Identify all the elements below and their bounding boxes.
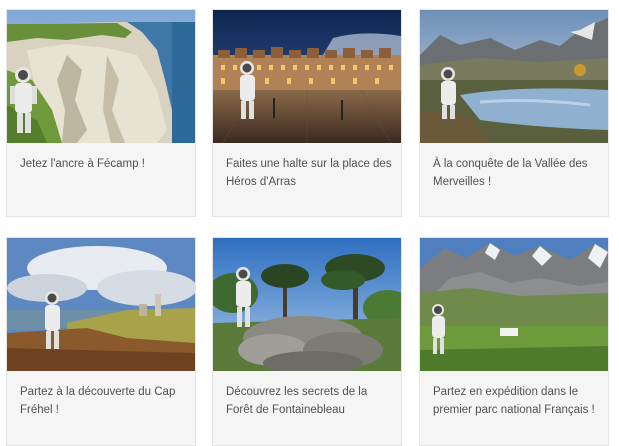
card-caption[interactable]: Jetez l'ancre à Fécamp ! — [20, 155, 187, 173]
destination-card-parc-national[interactable]: Partez en expédition dans le premier par… — [419, 237, 609, 446]
vallee-merveilles-photo[interactable] — [420, 10, 608, 143]
destination-card-vallee-des-merveilles[interactable]: À la conquête de la Vallée des Merveille… — [419, 9, 609, 217]
card-caption[interactable]: Partez en expédition dans le premier par… — [433, 383, 600, 419]
card-caption[interactable]: Faites une halte sur la place des Héros … — [226, 155, 393, 191]
destination-card-arras[interactable]: Faites une halte sur la place des Héros … — [212, 9, 402, 217]
arras-square-photo[interactable] — [213, 10, 401, 143]
cap-frehel-photo[interactable] — [7, 238, 195, 371]
fontainebleau-forest-photo[interactable] — [213, 238, 401, 371]
card-caption[interactable]: Partez à la découverte du Cap Fréhel ! — [20, 383, 187, 419]
destination-card-fecamp[interactable]: Jetez l'ancre à Fécamp ! — [6, 9, 196, 217]
parc-national-photo[interactable] — [420, 238, 608, 371]
fecamp-cliffs-photo[interactable] — [7, 10, 195, 143]
card-caption[interactable]: À la conquête de la Vallée des Merveille… — [433, 155, 600, 191]
destination-card-fontainebleau[interactable]: Découvrez les secrets de la Forêt de Fon… — [212, 237, 402, 446]
destination-grid: Jetez l'ancre à Fécamp ! Faites une halt… — [0, 0, 619, 446]
card-caption[interactable]: Découvrez les secrets de la Forêt de Fon… — [226, 383, 393, 419]
destination-card-cap-frehel[interactable]: Partez à la découverte du Cap Fréhel ! — [6, 237, 196, 446]
